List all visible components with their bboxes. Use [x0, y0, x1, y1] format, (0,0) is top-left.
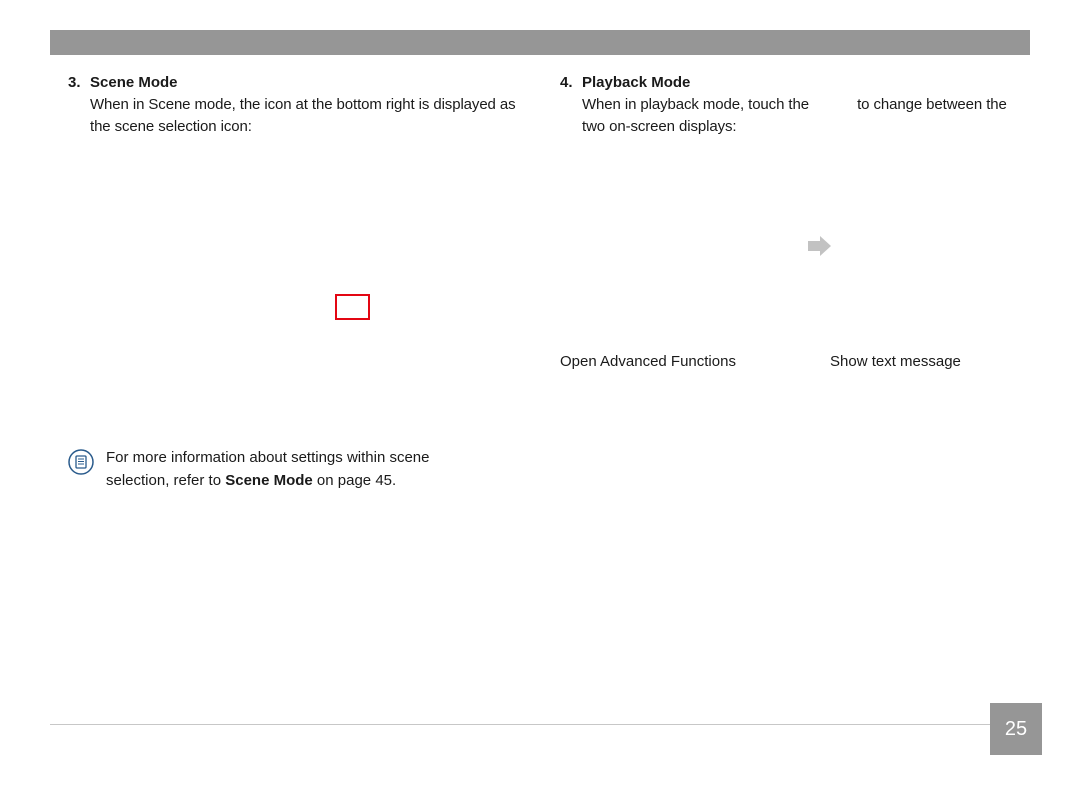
list-number-4: 4. [560, 72, 582, 94]
playback-figure-right [848, 161, 1028, 331]
playback-mode-desc: When in playback mode, touch the to chan… [582, 96, 1007, 135]
caption-show-text: Show text message [830, 353, 1030, 370]
section-playback-mode: 4. Playback Mode When in playback mode, … [560, 72, 1030, 492]
scene-mode-desc: When in Scene mode, the icon at the bott… [90, 96, 516, 135]
note-text: For more information about settings with… [106, 447, 496, 492]
scene-mode-title: Scene Mode [90, 74, 178, 91]
list-number-3: 3. [68, 72, 90, 94]
page-number: 25 [990, 703, 1042, 755]
playback-figure-left [560, 161, 790, 331]
header-bar [50, 30, 1030, 55]
playback-figure-row [560, 161, 1030, 331]
arrow-right-icon [804, 231, 834, 261]
scene-selection-highlight-box [335, 294, 370, 320]
section-scene-mode: 3. Scene Mode When in Scene mode, the ic… [68, 72, 530, 492]
playback-captions: Open Advanced Functions Show text messag… [560, 353, 1030, 370]
playback-mode-title: Playback Mode [582, 74, 690, 91]
note-icon [68, 449, 94, 475]
footer-divider [50, 724, 990, 725]
caption-open-advanced: Open Advanced Functions [560, 353, 830, 370]
